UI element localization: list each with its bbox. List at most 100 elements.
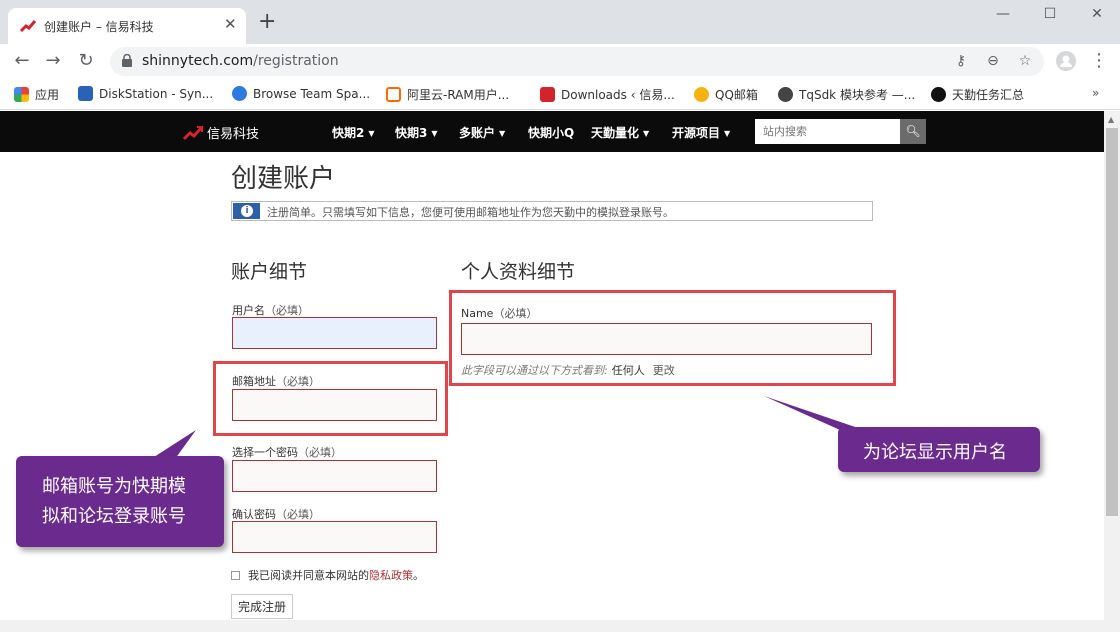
bookmark-item[interactable]: DiskStation - Syn... <box>78 86 213 104</box>
privacy-policy-link[interactable]: 隐私政策 <box>369 569 413 582</box>
bookmark-label: DiskStation - Syn... <box>99 87 214 101</box>
info-notice: i 注册简单。只需填写如下信息，您便可使用邮箱地址作为您天勤中的模拟登录账号。 <box>231 201 873 221</box>
account-section-heading: 账户细节 <box>231 261 308 283</box>
bookmarks-overflow-icon[interactable]: » <box>1092 86 1099 104</box>
info-icon-box: i <box>233 203 260 219</box>
url-domain: shinnytech.com <box>142 53 254 69</box>
browser-tab[interactable]: 创建账户 – 信易科技 ✕ <box>8 8 246 44</box>
left-callout-text: 邮箱账号为快期模 拟和论坛登录账号 <box>42 472 186 532</box>
menu-kuaiqi2[interactable]: 快期2 ▼ <box>332 124 375 141</box>
site-navbar: 信易科技 快期2▼ 快期3▼ 多账户▼ 快期小Q 天勤量化▼ 开源项目▼ 🔍︎ <box>0 111 1104 152</box>
right-callout-text: 为论坛显示用户名 <box>863 442 1007 463</box>
password-field[interactable] <box>232 460 437 492</box>
search-icon[interactable]: 🔍︎ <box>900 119 926 144</box>
agree-checkbox[interactable] <box>231 571 240 580</box>
shinny-logo-icon <box>182 126 204 141</box>
label-text: 选择一个密码 <box>232 446 298 459</box>
chevron-down-icon: ▼ <box>431 129 438 138</box>
confirm-password-field[interactable] <box>232 521 437 553</box>
right-callout: 为论坛显示用户名 <box>838 427 1040 472</box>
chevron-down-icon: ▼ <box>368 129 375 138</box>
tab-strip: 创建账户 – 信易科技 ✕ + — ☐ ✕ <box>0 0 1120 44</box>
forward-arrow-icon[interactable]: → <box>42 50 64 72</box>
bookmark-item[interactable]: Browse Team Spa... <box>232 86 370 104</box>
menu-label: 快期3 <box>395 126 428 140</box>
bookmark-item[interactable]: 应用 <box>14 86 59 104</box>
confirm-password-label: 确认密码（必填） <box>232 506 320 522</box>
profile-avatar-icon[interactable] <box>1056 51 1076 71</box>
menu-kuaiqi-q[interactable]: 快期小Q <box>528 124 574 141</box>
menu-kuaiqi3[interactable]: 快期3 ▼ <box>395 124 438 141</box>
email-highlight-box <box>213 361 448 436</box>
bookmark-label: 应用 <box>35 88 60 102</box>
info-icon: i <box>241 205 253 217</box>
left-callout-line: 拟和论坛登录账号 <box>42 506 186 527</box>
menu-label: 天勤量化 <box>591 126 640 140</box>
bookmark-item[interactable]: 天勤任务汇总 <box>931 86 1024 104</box>
dsm-icon <box>78 86 93 101</box>
chevron-down-icon: ▼ <box>499 129 506 138</box>
menu-label: 快期小Q <box>528 126 575 140</box>
bookmarks-bar: 应用 DiskStation - Syn... Browse Team Spa.… <box>0 80 1120 110</box>
submit-button[interactable]: 完成注册 <box>231 594 293 619</box>
left-callout-line: 邮箱账号为快期模 <box>42 476 186 497</box>
agree-text: 我已阅读并同意本网站的 <box>248 569 369 582</box>
lock-icon <box>122 54 132 67</box>
scrollbar-thumb[interactable] <box>1106 128 1118 516</box>
site-logo[interactable]: 信易科技 <box>182 123 260 142</box>
menu-open-source[interactable]: 开源项目 ▼ <box>672 124 730 141</box>
url-path: /registration <box>253 53 339 69</box>
tab-title: 创建账户 – 信易科技 <box>44 20 154 34</box>
menu-label: 多账户 <box>459 126 496 140</box>
bookmark-star-icon[interactable]: ☆ <box>1016 53 1034 71</box>
menu-label: 快期2 <box>332 126 365 140</box>
zoom-icon[interactable]: ⊖ <box>984 53 1002 71</box>
notice-text: 注册简单。只需填写如下信息，您便可使用邮箱地址作为您天勤中的模拟登录账号。 <box>267 206 674 219</box>
url-text: shinnytech.com/registration <box>142 53 339 69</box>
scroll-up-icon[interactable]: ▲ <box>1108 115 1114 124</box>
menu-tianqin[interactable]: 天勤量化 ▼ <box>591 124 649 141</box>
bookmark-label: TqSdk 模块参考 —... <box>799 88 916 102</box>
back-arrow-icon[interactable]: ← <box>11 50 33 72</box>
more-menu-icon[interactable]: ⋮ <box>1088 50 1110 72</box>
chevron-down-icon: ▼ <box>643 129 650 138</box>
required-marker: （必填） <box>265 304 309 317</box>
label-text: 确认密码 <box>232 508 276 521</box>
minimize-icon[interactable]: — <box>988 6 1018 28</box>
agree-row: 我已阅读并同意本网站的隐私政策。 <box>231 567 424 583</box>
bookmark-label: 阿里云-RAM用户... <box>407 88 510 102</box>
bookmark-item[interactable]: Downloads ‹ 信易... <box>540 86 675 104</box>
shinny-logo-icon <box>540 87 555 102</box>
logo-text: 信易科技 <box>207 127 260 142</box>
new-tab-button[interactable]: + <box>258 11 276 33</box>
required-marker: （必填） <box>298 446 342 459</box>
window-close-icon[interactable]: ✕ <box>1082 6 1112 28</box>
bookmark-label: Browse Team Spa... <box>253 87 371 101</box>
name-highlight-box <box>449 290 896 386</box>
atlassian-icon <box>232 86 247 101</box>
maximize-icon[interactable]: ☐ <box>1035 6 1065 28</box>
chevron-down-icon: ▼ <box>724 129 731 138</box>
bookmark-item[interactable]: 阿里云-RAM用户... <box>386 86 509 104</box>
apps-grid-icon <box>14 87 29 102</box>
menu-multi-account[interactable]: 多账户 ▼ <box>459 124 505 141</box>
reload-icon[interactable]: ↻ <box>75 50 97 72</box>
tab-close-icon[interactable]: ✕ <box>224 15 237 33</box>
qqmail-icon <box>694 87 709 102</box>
menu-label: 开源项目 <box>672 126 721 140</box>
vertical-scrollbar[interactable]: ▲ <box>1104 111 1120 632</box>
key-icon[interactable]: ⚷ <box>952 53 970 71</box>
agree-end: 。 <box>413 569 424 582</box>
github-icon <box>931 87 946 102</box>
bookmark-label: Downloads ‹ 信易... <box>561 88 675 102</box>
required-marker: （必填） <box>276 508 320 521</box>
label-text: 用户名 <box>232 304 265 317</box>
bookmark-item[interactable]: QQ邮箱 <box>694 86 758 104</box>
horizontal-scrollbar[interactable] <box>0 620 1104 632</box>
site-search-input[interactable] <box>755 119 901 144</box>
aliyun-icon <box>386 87 401 102</box>
address-bar[interactable]: shinnytech.com/registration ⚷ ⊖ ☆ <box>110 47 1044 76</box>
username-field[interactable] <box>232 317 437 349</box>
bookmark-item[interactable]: TqSdk 模块参考 —... <box>778 86 915 104</box>
readthedocs-icon <box>778 87 793 102</box>
